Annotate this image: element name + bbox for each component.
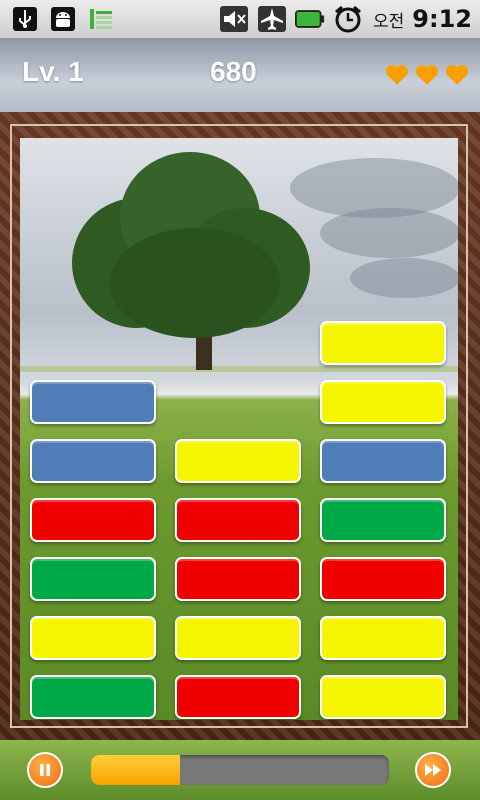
heart-icon (415, 65, 439, 85)
block-tile-yellow[interactable] (320, 616, 446, 660)
airplane-mode-icon (257, 5, 287, 33)
android-debug-icon (48, 5, 78, 33)
time-progress-bar (91, 755, 389, 785)
cloud (320, 208, 458, 258)
block-tile-yellow[interactable] (320, 321, 446, 365)
block-tile-yellow[interactable] (30, 616, 156, 660)
status-bar: 오전 9:12 (0, 0, 480, 38)
cloud (350, 258, 458, 298)
score-value: 680 (210, 56, 257, 87)
heart-icon (385, 65, 409, 85)
block-tile-yellow[interactable] (320, 675, 446, 719)
status-time: 9:12 (412, 5, 472, 33)
block-tile-red[interactable] (320, 557, 446, 601)
block-tile-red[interactable] (175, 675, 301, 719)
fast-forward-icon (425, 764, 441, 776)
mute-icon (219, 5, 249, 33)
block-tile-yellow[interactable] (320, 380, 446, 424)
block-tile-red[interactable] (175, 557, 301, 601)
board-frame (0, 112, 480, 740)
block-tile-yellow[interactable] (175, 439, 301, 483)
level-label: Lv. 1 (22, 56, 84, 87)
usb-icon (10, 5, 40, 33)
block-tile-green[interactable] (320, 498, 446, 542)
block-tile-blue[interactable] (30, 380, 156, 424)
fast-forward-button[interactable] (415, 752, 451, 788)
tree-canopy (110, 228, 280, 338)
lives-hearts (384, 62, 470, 88)
game-header: Lv. 1 680 (0, 38, 480, 112)
heart-icon (445, 65, 469, 85)
block-tile-green[interactable] (30, 557, 156, 601)
signal-bars-icon (86, 5, 116, 33)
block-tile-yellow[interactable] (175, 616, 301, 660)
board-scene (20, 138, 458, 720)
block-tile-green[interactable] (30, 675, 156, 719)
block-tile-red[interactable] (30, 498, 156, 542)
pause-button[interactable] (27, 752, 63, 788)
field-horizon (20, 366, 458, 372)
time-progress-fill (91, 755, 181, 785)
block-tile-blue[interactable] (320, 439, 446, 483)
bottom-controls (0, 740, 480, 800)
alarm-clock-icon (333, 5, 363, 33)
battery-icon (295, 5, 325, 33)
block-tile-red[interactable] (175, 498, 301, 542)
pause-icon (40, 764, 50, 776)
status-ampm: 오전 (373, 11, 405, 32)
block-tile-blue[interactable] (30, 439, 156, 483)
